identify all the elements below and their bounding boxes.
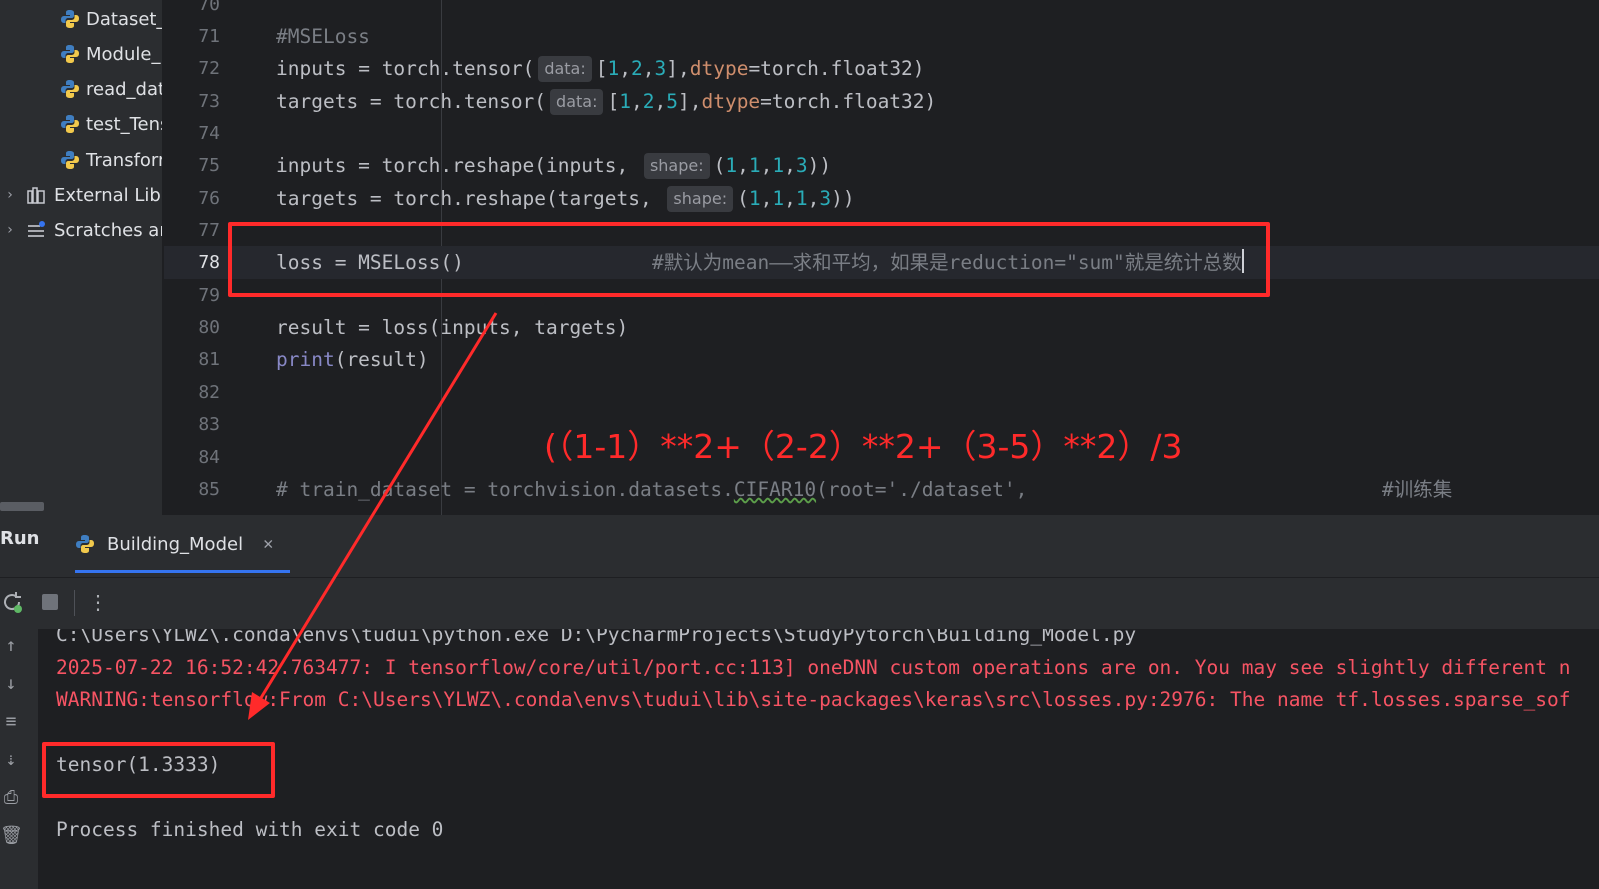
code-line[interactable]: 77 xyxy=(164,214,1599,247)
tree-item-label: test_Tens xyxy=(86,113,162,135)
code-comment: # train_dataset = torchvision.datasets.C… xyxy=(276,478,1028,501)
line-number: 85 xyxy=(198,479,220,500)
line-number: 78 xyxy=(198,252,220,273)
soft-wrap-icon[interactable]: ≡ xyxy=(0,711,22,732)
line-number: 79 xyxy=(198,285,220,306)
tree-item-label: Scratches ar xyxy=(54,219,162,241)
text-caret xyxy=(1241,249,1244,273)
parameter-hint: data: xyxy=(538,56,592,82)
parameter-hint: shape: xyxy=(667,186,734,212)
run-console[interactable]: C:\Users\YLWZ\.conda\envs\tudui\python.e… xyxy=(38,629,1599,889)
parameter-hint: shape: xyxy=(643,153,710,179)
console-line-result: tensor(1.3333) xyxy=(56,753,221,776)
line-number: 80 xyxy=(198,317,220,338)
code-line[interactable]: 82 xyxy=(164,376,1599,409)
code-text: print(result) xyxy=(276,348,429,371)
code-line[interactable]: 80 result = loss(inputs, targets) xyxy=(164,311,1599,344)
line-number: 73 xyxy=(198,91,220,112)
more-icon[interactable]: ⋮ xyxy=(86,590,110,614)
line-number: 74 xyxy=(198,123,220,144)
python-file-icon xyxy=(76,535,94,553)
code-line[interactable]: 70 xyxy=(164,0,1599,21)
tab-active-indicator xyxy=(75,570,290,573)
horizontal-scrollbar[interactable] xyxy=(0,502,44,511)
code-line[interactable]: 75 inputs = torch.reshape(inputs, shape:… xyxy=(164,149,1599,182)
python-file-icon xyxy=(61,80,79,98)
down-icon[interactable]: ↓ xyxy=(0,673,22,694)
tree-item-label: read_dat xyxy=(86,78,162,100)
run-tab-label: Building_Model xyxy=(107,533,244,555)
code-comment: #训练集 xyxy=(1382,478,1453,501)
close-icon[interactable]: ✕ xyxy=(263,534,273,554)
parameter-hint: data: xyxy=(550,89,604,115)
tree-item-label: Module_ xyxy=(86,43,161,65)
tree-item-file[interactable]: Transforr xyxy=(60,145,162,175)
code-text: loss = MSELoss() xyxy=(276,251,464,274)
up-icon[interactable]: ↑ xyxy=(0,635,22,656)
chevron-right-icon[interactable]: › xyxy=(4,187,16,203)
line-number: 76 xyxy=(198,188,220,209)
line-number: 72 xyxy=(198,58,220,79)
tree-item-file[interactable]: test_Tens xyxy=(60,109,162,139)
tree-item-file[interactable]: Dataset_ xyxy=(60,4,162,34)
project-tree: Dataset_ Module_ read_dat test_Tens Tran… xyxy=(0,0,162,515)
library-icon xyxy=(27,187,45,204)
code-line[interactable]: 85 # train_dataset = torchvision.dataset… xyxy=(164,473,1599,506)
code-line[interactable]: 72 inputs = torch.tensor(data: [1,2,3],dt… xyxy=(164,52,1599,85)
code-comment: #默认为mean——求和平均，如果是reduction="sum"就是统计总数 xyxy=(652,249,1244,274)
code-line-current[interactable]: 78 loss = MSELoss() #默认为mean——求和平均，如果是re… xyxy=(164,246,1599,279)
code-text: result = loss(inputs, targets) xyxy=(276,316,629,339)
code-line[interactable]: 79 xyxy=(164,279,1599,312)
console-line: Process finished with exit code 0 xyxy=(56,818,444,841)
scroll-end-icon[interactable]: ⇣ xyxy=(0,749,22,770)
console-line-error: 2025-07-22 16:52:42.763477: I tensorflow… xyxy=(56,656,1571,679)
print-icon[interactable]: ⎙ xyxy=(0,787,22,808)
code-text: targets = torch.tensor(data: [1,2,5],dtyp… xyxy=(276,89,937,115)
line-number: 82 xyxy=(198,382,220,403)
code-text: inputs = torch.tensor(data: [1,2,3],dtype… xyxy=(276,56,925,82)
console-line: C:\Users\YLWZ\.conda\envs\tudui\python.e… xyxy=(56,629,1137,646)
line-number: 75 xyxy=(198,155,220,176)
tree-item-file[interactable]: read_dat xyxy=(60,74,162,104)
run-panel-title: Run xyxy=(0,528,40,549)
line-number: 84 xyxy=(198,447,220,468)
line-number: 77 xyxy=(198,220,220,241)
annotation-formula: (（1-1）**2+（2-2）**2+（3-5）**2）/3 xyxy=(544,427,1183,466)
code-comment: #MSELoss xyxy=(276,25,370,48)
tree-item-label: External Libr xyxy=(54,184,162,206)
console-side-toolbar: ↑ ↓ ≡ ⇣ ⎙ 🗑 xyxy=(0,629,38,889)
line-number: 83 xyxy=(198,414,220,435)
code-line[interactable]: 76 targets = torch.reshape(targets, shap… xyxy=(164,182,1599,215)
run-tab[interactable]: Building_Model ✕ xyxy=(75,515,290,573)
toolbar-separator xyxy=(74,590,75,616)
code-text: targets = torch.reshape(targets, shape:(… xyxy=(276,186,855,212)
python-file-icon xyxy=(61,45,79,63)
tree-item-external-libraries[interactable]: › External Libr xyxy=(4,180,162,210)
line-number: 71 xyxy=(198,26,220,47)
tree-item-label: Dataset_ xyxy=(86,8,162,30)
tree-item-scratches[interactable]: › Scratches ar xyxy=(4,215,162,245)
code-line[interactable]: 81 print(result) xyxy=(164,343,1599,376)
code-line[interactable]: 74 xyxy=(164,117,1599,150)
python-file-icon xyxy=(61,115,79,133)
run-toolbar: ⋮ xyxy=(0,577,1599,630)
tree-item-label: Transforr xyxy=(86,149,162,171)
line-number: 70 xyxy=(198,0,220,15)
scratches-icon xyxy=(28,221,45,237)
python-file-icon xyxy=(61,10,79,28)
run-panel-header: Run Building_Model ✕ xyxy=(0,515,1599,577)
chevron-right-icon[interactable]: › xyxy=(4,222,16,238)
tree-item-file[interactable]: Module_ xyxy=(60,39,160,69)
code-line[interactable]: 71 #MSELoss xyxy=(164,20,1599,53)
rerun-icon[interactable] xyxy=(0,590,24,614)
console-line-error: WARNING:tensorflow:From C:\Users\YLWZ\.c… xyxy=(56,688,1571,711)
stop-icon[interactable] xyxy=(38,590,62,614)
code-line[interactable]: 73 targets = torch.tensor(data: [1,2,5],d… xyxy=(164,85,1599,118)
line-number: 81 xyxy=(198,349,220,370)
python-file-icon xyxy=(61,151,79,169)
trash-icon[interactable]: 🗑 xyxy=(0,825,23,846)
code-text: inputs = torch.reshape(inputs, shape: (1,… xyxy=(276,153,832,179)
